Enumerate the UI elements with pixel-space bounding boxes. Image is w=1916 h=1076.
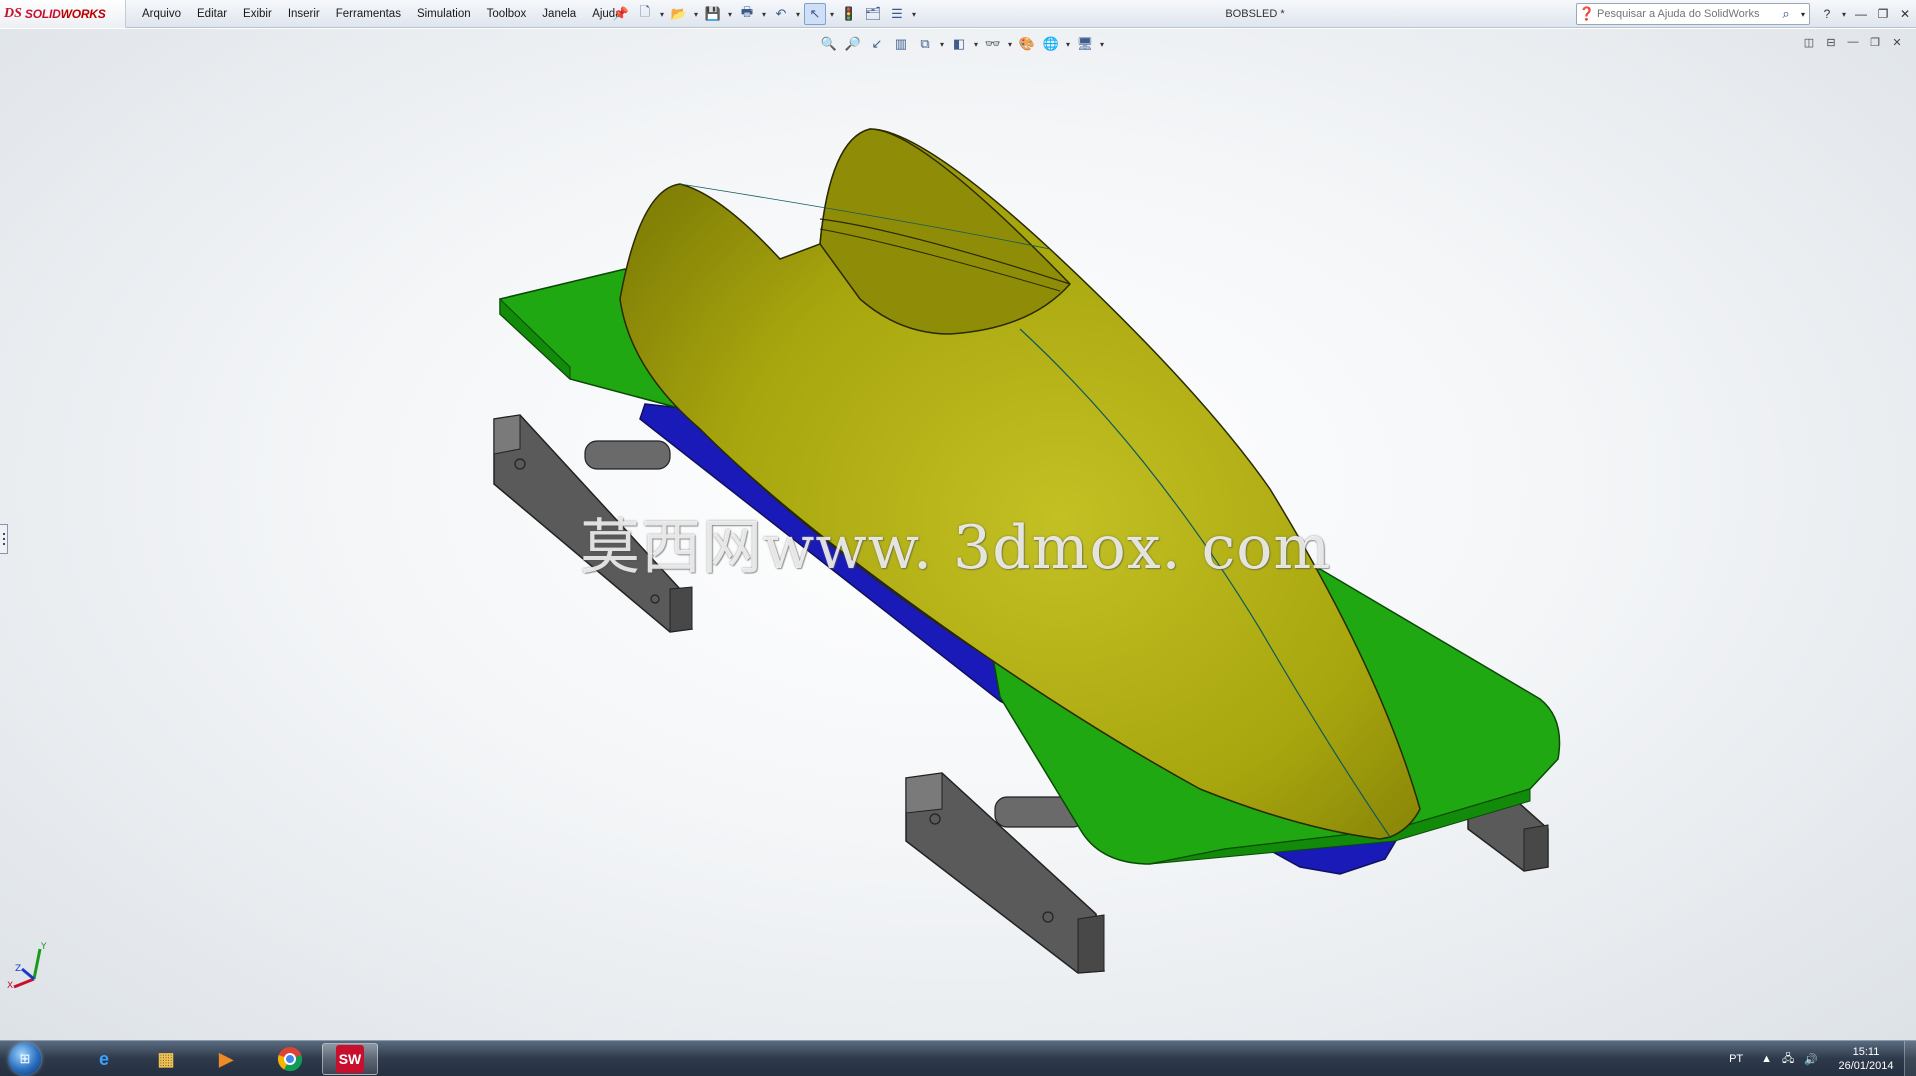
help-search-input[interactable]: [1597, 8, 1775, 20]
new-document-icon[interactable]: 🗋: [634, 3, 656, 25]
open-folder-icon[interactable]: 📂: [668, 3, 690, 25]
clock-time: 15:11: [1852, 1046, 1880, 1058]
menu-ferramentas[interactable]: Ferramentas: [328, 0, 409, 28]
print-dropdown-icon[interactable]: ▾: [760, 3, 768, 25]
title-menu-bar: DS SOLIDWORKS Arquivo Editar Exibir Inse…: [0, 0, 1916, 28]
volume-icon[interactable]: 🔊: [1804, 1053, 1818, 1066]
solidworks-logo[interactable]: DS SOLIDWORKS: [0, 0, 126, 28]
solidworks-window: DS SOLIDWORKS Arquivo Editar Exibir Inse…: [0, 0, 1916, 1076]
rebuild-icon[interactable]: 🚦: [838, 3, 860, 25]
select-cursor-icon[interactable]: ↖: [804, 3, 826, 25]
help-dropdown-icon[interactable]: ▾: [1840, 4, 1848, 24]
open-dropdown-icon[interactable]: ▾: [692, 3, 700, 25]
taskbar-solidworks[interactable]: SW: [322, 1043, 378, 1075]
media-player-icon: ▶: [219, 1048, 233, 1069]
menu-janela[interactable]: Janela: [534, 0, 584, 28]
folder-icon: ▦: [157, 1048, 175, 1069]
minimize-icon[interactable]: —: [1852, 4, 1870, 24]
help-icon[interactable]: ?: [1818, 4, 1836, 24]
options-icon[interactable]: ☰: [886, 3, 908, 25]
select-dropdown-icon[interactable]: ▾: [828, 3, 836, 25]
reference-triad: Y X Z: [7, 942, 47, 991]
show-desktop-button[interactable]: [1904, 1041, 1916, 1076]
ds-logo-mark: DS: [4, 6, 22, 21]
save-icon[interactable]: 💾: [702, 3, 724, 25]
taskbar-internet-explorer[interactable]: e: [76, 1043, 132, 1075]
triad-y-label: Y: [40, 942, 47, 952]
menu-bar: Arquivo Editar Exibir Inserir Ferramenta…: [134, 0, 630, 28]
undo-icon[interactable]: ↶: [770, 3, 792, 25]
network-icon[interactable]: 🖧: [1782, 1050, 1794, 1069]
system-tray: PT ▲ 🖧 🔊 15:11 26/01/2014: [1729, 1041, 1916, 1076]
document-title: BOBSLED *: [1225, 8, 1285, 20]
taskbar-chrome[interactable]: [262, 1043, 318, 1075]
print-icon[interactable]: 🖶: [736, 3, 758, 25]
help-search-box[interactable]: ❓ ⌕ ▾: [1576, 3, 1810, 25]
taskbar-file-explorer[interactable]: ▦: [138, 1043, 194, 1075]
windows-logo-icon: ⊞: [9, 1043, 41, 1075]
graphics-area[interactable]: 🔍 🔎 ↙ ▥ ⧉ ▾ ◧ ▾ 👓 ▾ 🎨 🌐 ▾ 🖥 ▾ ◫ ⊟ — ❐ ✕: [0, 29, 1916, 1040]
options-dropdown-icon[interactable]: ▾: [910, 3, 918, 25]
undo-dropdown-icon[interactable]: ▾: [794, 3, 802, 25]
search-icon[interactable]: ⌕: [1775, 6, 1797, 22]
menu-toolbox[interactable]: Toolbox: [479, 0, 535, 28]
triad-x-label: X: [7, 981, 13, 991]
solidworks-wordmark: SOLIDWORKS: [24, 7, 106, 21]
pin-icon[interactable]: 📌: [610, 3, 632, 25]
chrome-icon: [276, 1045, 304, 1073]
clock[interactable]: 15:11 26/01/2014: [1828, 1045, 1904, 1073]
taskbar-media-player[interactable]: ▶: [198, 1043, 254, 1075]
menu-exibir[interactable]: Exibir: [235, 0, 280, 28]
menu-simulation[interactable]: Simulation: [409, 0, 479, 28]
window-controls: ? ▾ — ❐ ✕: [1818, 0, 1914, 28]
tray-expand-icon[interactable]: ▲: [1761, 1053, 1772, 1065]
clock-date: 26/01/2014: [1838, 1060, 1894, 1072]
solidworks-icon: SW: [336, 1045, 364, 1073]
internet-explorer-icon: e: [98, 1048, 109, 1069]
menu-inserir[interactable]: Inserir: [280, 0, 328, 28]
start-button[interactable]: ⊞: [4, 1042, 46, 1076]
triad-z-label: Z: [15, 964, 21, 974]
restore-icon[interactable]: ❐: [1874, 4, 1892, 24]
search-dropdown-icon[interactable]: ▾: [1797, 10, 1809, 19]
help-question-icon: ❓: [1578, 6, 1596, 21]
save-dropdown-icon[interactable]: ▾: [726, 3, 734, 25]
windows-taskbar: ⊞ e ▦ ▶ SW PT ▲ 🖧 🔊 15:11 26/01/2014: [0, 1040, 1916, 1076]
menu-arquivo[interactable]: Arquivo: [134, 0, 189, 28]
close-icon[interactable]: ✕: [1896, 4, 1914, 24]
menu-editar[interactable]: Editar: [189, 0, 235, 28]
file-properties-icon[interactable]: 🗂: [862, 3, 884, 25]
language-indicator[interactable]: PT: [1729, 1053, 1743, 1065]
watermark-text: 莫西网www. 3dmox. com: [580, 513, 1332, 583]
new-dropdown-icon[interactable]: ▾: [658, 3, 666, 25]
standard-toolbar: 📌 🗋 ▾ 📂 ▾ 💾 ▾ 🖶 ▾ ↶ ▾ ↖ ▾ 🚦 🗂 ☰ ▾: [610, 3, 918, 25]
